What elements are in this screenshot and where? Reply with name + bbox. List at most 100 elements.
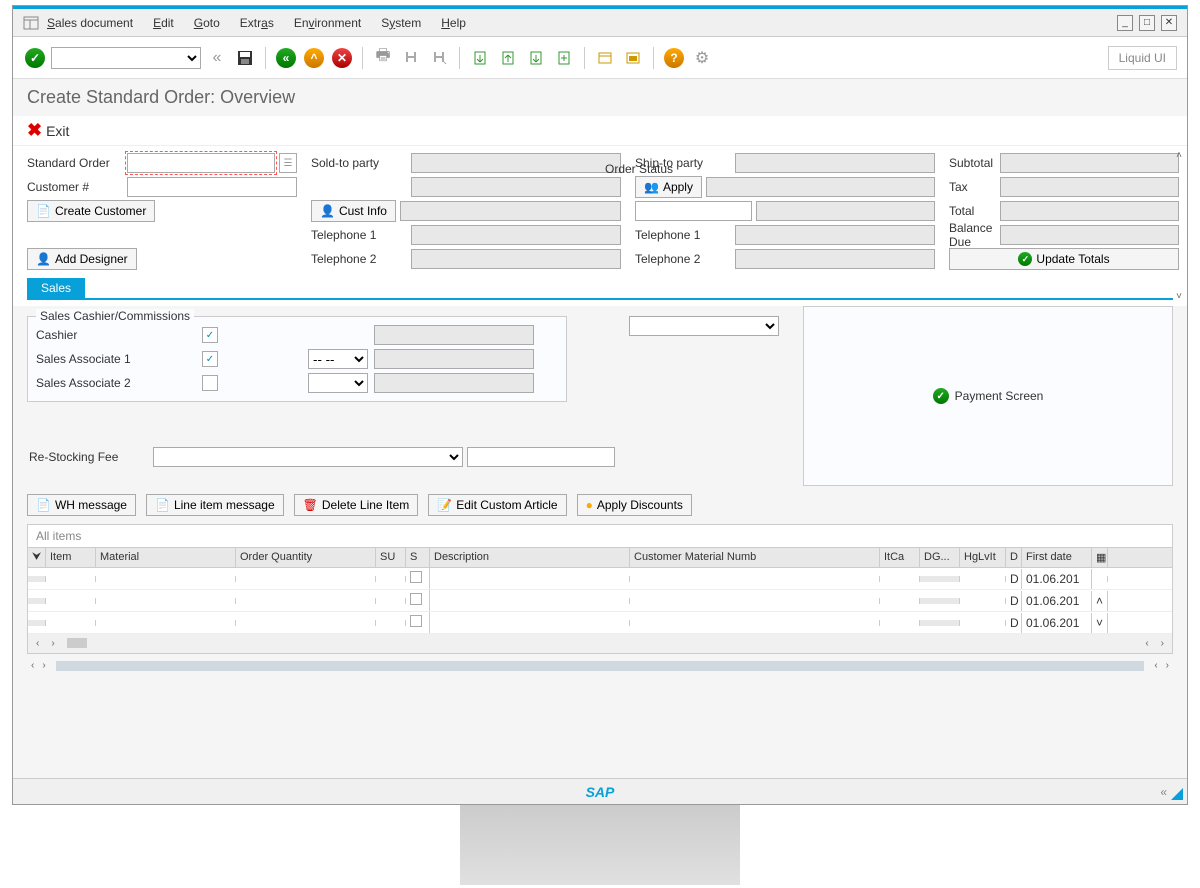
col-itca[interactable]: ItCa <box>880 548 920 567</box>
delete-line-button[interactable]: 🗑Delete Line Item <box>294 494 419 516</box>
app-menu-icon[interactable] <box>23 15 39 31</box>
expand-icon[interactable]: « <box>1160 785 1167 799</box>
menu-environment[interactable]: Environment <box>294 16 361 30</box>
label-tel1-sold: Telephone 1 <box>311 228 407 242</box>
table-row[interactable]: D01.06.201˅ <box>28 612 1172 634</box>
label-tel2-ship: Telephone 2 <box>635 252 731 266</box>
close-button[interactable]: ✕ <box>1161 15 1177 31</box>
menu-help[interactable]: Help <box>441 16 466 30</box>
restock-value[interactable] <box>467 447 615 467</box>
prev-page-icon[interactable] <box>496 46 520 70</box>
check-icon: ✓ <box>1018 252 1032 266</box>
assoc1-select[interactable]: -- -- <box>308 349 368 369</box>
find-next-icon[interactable] <box>427 46 451 70</box>
order-status-select[interactable] <box>629 316 779 336</box>
tax-input <box>1000 177 1179 197</box>
grid-scroll-left[interactable]: ‹ <box>32 638 43 649</box>
apply-button[interactable]: 👥Apply <box>635 176 702 198</box>
col-d[interactable]: D <box>1006 548 1022 567</box>
col-s[interactable]: S <box>406 548 430 567</box>
assoc1-checkbox[interactable]: ✓ <box>202 351 218 367</box>
main-scroll-right2[interactable]: › <box>1162 660 1173 671</box>
menu-system[interactable]: System <box>381 16 421 30</box>
col-material[interactable]: Material <box>96 548 236 567</box>
maximize-button[interactable]: □ <box>1139 15 1155 31</box>
col-su[interactable]: SU <box>376 548 406 567</box>
liquid-ui-button[interactable]: Liquid UI <box>1108 46 1177 70</box>
tab-sales[interactable]: Sales <box>27 278 85 298</box>
back-double-icon[interactable]: « <box>205 46 229 70</box>
main-scroll-right[interactable]: › <box>38 660 49 671</box>
menu-goto[interactable]: Goto <box>194 16 220 30</box>
assoc2-checkbox[interactable] <box>202 375 218 391</box>
label-tel1-ship: Telephone 1 <box>635 228 731 242</box>
menu-extras[interactable]: Extras <box>240 16 274 30</box>
grid-scrollbar-thumb[interactable] <box>67 638 87 648</box>
enter-button[interactable]: ✓ <box>23 46 47 70</box>
payment-screen-button[interactable]: Payment Screen <box>955 389 1044 403</box>
search-help-icon[interactable]: ☰ <box>279 153 297 173</box>
grid-scroll-left2[interactable]: ‹ <box>1141 638 1152 649</box>
minimize-button[interactable]: _ <box>1117 15 1133 31</box>
col-custmat[interactable]: Customer Material Numb <box>630 548 880 567</box>
row-checkbox[interactable] <box>410 571 422 583</box>
row-checkbox[interactable] <box>410 593 422 605</box>
grid-scroll-right[interactable]: › <box>47 638 58 649</box>
add-designer-button[interactable]: 👤Add Designer <box>27 248 137 270</box>
ship-to-input[interactable] <box>735 153 935 173</box>
sold-to-input[interactable] <box>411 153 621 173</box>
table-row[interactable]: D01.06.201˄ <box>28 590 1172 612</box>
col-qty[interactable]: Order Quantity <box>236 548 376 567</box>
delete-icon: 🗑 <box>303 498 318 512</box>
save-icon[interactable] <box>233 46 257 70</box>
main-scrollbar[interactable] <box>56 661 1145 671</box>
new-session-icon[interactable] <box>593 46 617 70</box>
up-button[interactable]: ^ <box>302 46 326 70</box>
update-totals-button[interactable]: ✓Update Totals <box>949 248 1179 270</box>
scroll-down-icon[interactable]: ˅ <box>1172 291 1186 302</box>
assoc2-select[interactable] <box>308 373 368 393</box>
page-title: Create Standard Order: Overview <box>13 79 1187 116</box>
restock-select[interactable] <box>153 447 463 467</box>
col-hglvit[interactable]: HgLvIt <box>960 548 1006 567</box>
last-page-icon[interactable] <box>552 46 576 70</box>
customer-num-input[interactable] <box>127 177 297 197</box>
apply-discounts-button[interactable]: ●Apply Discounts <box>577 494 692 516</box>
find-icon[interactable] <box>399 46 423 70</box>
menu-sales-document[interactable]: SSales documentales document <box>47 16 133 30</box>
col-firstdate[interactable]: First date <box>1022 548 1092 567</box>
back-button[interactable]: « <box>274 46 298 70</box>
cashier-checkbox[interactable]: ✓ <box>202 327 218 343</box>
col-config-icon[interactable]: ▦ <box>1092 548 1108 567</box>
command-field[interactable] <box>51 47 201 69</box>
cust-info-button[interactable]: 👤Cust Info <box>311 200 396 222</box>
info-icon: 👤 <box>320 204 335 218</box>
menu-edit[interactable]: Edit <box>153 16 174 30</box>
edit-article-button[interactable]: 📝Edit Custom Article <box>428 494 566 516</box>
scroll-up-icon[interactable]: ˄ <box>1172 150 1186 161</box>
create-customer-button[interactable]: 📄Create Customer <box>27 200 155 222</box>
wh-message-button[interactable]: 📄WH message <box>27 494 136 516</box>
col-dg[interactable]: DG... <box>920 548 960 567</box>
resize-corner[interactable] <box>1171 788 1183 800</box>
standard-order-input[interactable] <box>127 153 275 173</box>
settings-icon[interactable]: ⚙ <box>690 46 714 70</box>
main-scroll-left2[interactable]: ‹ <box>1150 660 1161 671</box>
help-icon[interactable]: ? <box>662 46 686 70</box>
table-row[interactable]: D01.06.201 <box>28 568 1172 590</box>
next-page-icon[interactable] <box>524 46 548 70</box>
label-assoc1: Sales Associate 1 <box>36 352 196 366</box>
main-scroll-left[interactable]: ‹ <box>27 660 38 671</box>
exit-button[interactable]: ✖Exit <box>27 120 69 141</box>
col-item[interactable]: Item <box>46 548 96 567</box>
cancel-button[interactable]: ✕ <box>330 46 354 70</box>
col-desc[interactable]: Description <box>430 548 630 567</box>
print-icon[interactable]: 🖶 <box>371 46 395 70</box>
ship-to-ref-input[interactable] <box>635 201 752 221</box>
first-page-icon[interactable] <box>468 46 492 70</box>
row-checkbox[interactable] <box>410 615 422 627</box>
grid-scroll-right2[interactable]: › <box>1157 638 1168 649</box>
line-item-message-button[interactable]: 📄Line item message <box>146 494 284 516</box>
col-selector[interactable]: ⮟ <box>28 548 46 567</box>
shortcut-icon[interactable] <box>621 46 645 70</box>
